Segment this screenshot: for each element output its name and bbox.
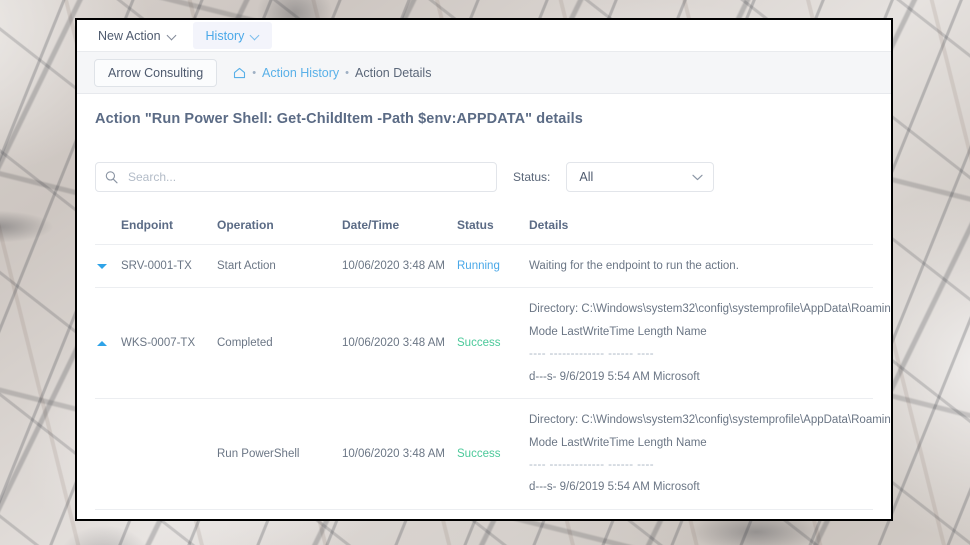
detail-line: d---s- 9/6/2019 5:54 AM Microsoft <box>529 481 700 494</box>
top-tab-bar: New Action History <box>77 20 891 51</box>
column-header-toggle <box>95 212 121 245</box>
detail-line: ---- ------------- ------ ---- <box>529 458 654 471</box>
table-body: SRV-0001-TX Start Action 10/06/2020 3:48 A… <box>95 244 893 521</box>
detail-line: Waiting for the endpoint to run the acti… <box>529 260 739 272</box>
status-filter-label: Status: <box>513 170 551 184</box>
cell-details: Directory: C:\Windows\system32\config\sy… <box>529 398 893 510</box>
organization-button[interactable]: Arrow Consulting <box>94 58 218 87</box>
table-row[interactable]: WKS-0007-TX Completed 10/06/2020 3:48 AM Su… <box>95 287 893 400</box>
cell-datetime: 10/06/2020 3:48 AM <box>342 244 457 289</box>
search-field-wrapper <box>95 162 497 192</box>
table-header-row: Endpoint Operation Date/Time Status Deta… <box>95 212 873 245</box>
cell-datetime: 10/06/2020 3:48 AM <box>342 509 457 519</box>
filter-bar: Status: AllRunningSuccessFailed <box>77 144 891 192</box>
cell-datetime: 10/06/2020 3:48 AM <box>342 287 457 400</box>
breadcrumb-item-action-details: Action Details <box>355 65 432 80</box>
action-details-table-wrapper: Endpoint Operation Date/Time Status Deta… <box>77 212 893 521</box>
cell-operation: Start Action <box>217 244 342 289</box>
table-head: Endpoint Operation Date/Time Status Deta… <box>95 212 873 245</box>
chevron-up-icon[interactable] <box>95 336 109 350</box>
table-row[interactable]: Run PowerShell10/06/2020 3:48 AMSuccessA… <box>95 509 873 521</box>
detail-line: Directory: C:\Windows\system32\config\sy… <box>529 414 893 427</box>
cell-endpoint <box>121 509 217 519</box>
detail-line: ---- ------------- ------ ---- <box>529 348 654 361</box>
cell-endpoint: WKS-0007-TX <box>121 287 217 400</box>
column-header-datetime: Date/Time <box>342 212 457 245</box>
detail-line: Mode LastWriteTime Length Name <box>529 325 707 338</box>
status-filter-wrapper: AllRunningSuccessFailed <box>566 162 715 192</box>
chevron-down-icon <box>168 32 176 40</box>
tab-new-action[interactable]: New Action <box>85 22 189 49</box>
tab-history[interactable]: History <box>192 22 273 49</box>
breadcrumb-separator: • <box>252 66 257 79</box>
row-toggle-cell <box>95 244 121 289</box>
cell-endpoint: SRV-0001-TX <box>121 244 217 289</box>
chevron-down-icon[interactable] <box>95 259 109 273</box>
cell-operation: Run PowerShell <box>217 509 342 519</box>
action-details-table: Endpoint Operation Date/Time Status Deta… <box>95 212 893 521</box>
home-icon[interactable] <box>233 67 246 79</box>
table-row[interactable]: SRV-0001-TX Start Action 10/06/2020 3:48 A… <box>95 244 873 289</box>
breadcrumb-item-action-history[interactable]: Action History <box>262 66 339 80</box>
search-input[interactable] <box>95 162 497 192</box>
cell-details: Action started <box>529 509 873 521</box>
column-header-details: Details <box>529 212 873 245</box>
cell-operation: Run PowerShell <box>217 398 342 510</box>
breadcrumb-bar: Arrow Consulting • Action History • Acti… <box>77 51 891 94</box>
cell-datetime: 10/06/2020 3:48 AM <box>342 398 457 510</box>
row-toggle-cell <box>95 509 121 519</box>
row-toggle-cell <box>95 287 121 400</box>
breadcrumb: • Action History • Action Details <box>233 66 431 80</box>
status-badge: Success <box>457 287 529 400</box>
page-title-bar: Action "Run Power Shell: Get-ChildItem -… <box>77 94 891 144</box>
column-header-endpoint: Endpoint <box>121 212 217 245</box>
breadcrumb-separator: • <box>345 66 350 79</box>
app-window: New Action History Arrow Consulting • Ac… <box>75 18 893 521</box>
cell-details: Waiting for the endpoint to run the acti… <box>529 244 873 289</box>
tab-new-action-label: New Action <box>98 28 161 43</box>
status-filter-select[interactable]: AllRunningSuccessFailed <box>566 162 715 192</box>
status-badge: Running <box>457 244 529 289</box>
chevron-down-icon <box>251 32 259 40</box>
detail-line: d---s- 9/6/2019 5:54 AM Microsoft <box>529 370 700 383</box>
column-header-operation: Operation <box>217 212 342 245</box>
cell-operation: Completed <box>217 287 342 400</box>
detail-line: Mode LastWriteTime Length Name <box>529 436 707 449</box>
status-badge: Success <box>457 509 529 519</box>
row-toggle-cell <box>95 398 121 510</box>
table-row[interactable]: Run PowerShell 10/06/2020 3:48 AM Success D… <box>95 398 893 510</box>
page-title: Action "Run Power Shell: Get-ChildItem -… <box>95 111 583 127</box>
cell-details: Directory: C:\Windows\system32\config\sy… <box>529 287 893 400</box>
column-header-status: Status <box>457 212 529 245</box>
detail-line: Action started <box>529 520 873 521</box>
detail-line: Directory: C:\Windows\system32\config\sy… <box>529 303 893 316</box>
cell-endpoint <box>121 398 217 510</box>
tab-history-label: History <box>205 28 245 43</box>
status-badge: Success <box>457 398 529 510</box>
